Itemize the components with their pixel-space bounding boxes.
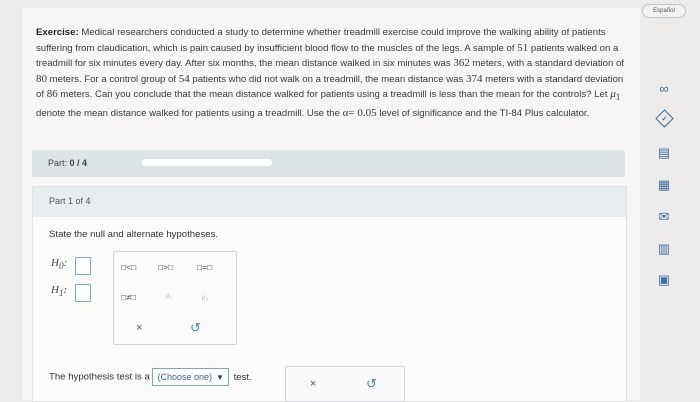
mu1-button[interactable]: μ₁ — [166, 291, 172, 299]
symbol-palette: □<□ □>□ □=□ □≠□ μ₁ μ₂ × ↺ — [113, 251, 237, 345]
less-than-template-button[interactable]: □<□ — [121, 262, 136, 272]
equals-template-button[interactable]: □=□ — [197, 262, 212, 272]
exercise-label: Exercise: — [36, 27, 79, 38]
test-type-select[interactable]: (Choose one) ▼ — [152, 368, 229, 386]
bottom-tool-panel: × ↺ — [285, 366, 405, 402]
part-header: Part 1 of 4 — [33, 187, 626, 217]
clear-icon[interactable]: × — [136, 322, 142, 334]
h1-label: H1: — [51, 284, 68, 299]
mail-icon[interactable]: ✉ — [656, 209, 672, 225]
not-equal-template-button[interactable]: □≠□ — [121, 292, 136, 302]
mean2-value: 374 — [465, 72, 483, 85]
greater-than-template-button[interactable]: □>□ — [158, 262, 173, 272]
check-icon[interactable]: ✔ — [655, 109, 674, 128]
clear-icon[interactable]: × — [310, 378, 316, 390]
undo-icon[interactable]: ↺ — [366, 376, 377, 392]
mu1-symbol: μ1 — [610, 88, 621, 103]
data-table-icon[interactable]: ▣ — [656, 272, 672, 288]
alpha-value: = 0.05 — [348, 107, 377, 120]
chevron-down-icon: ▼ — [216, 373, 224, 382]
infinity-icon[interactable]: ∞ — [656, 80, 672, 96]
n1-value: 51 — [517, 41, 529, 54]
ebook-icon[interactable]: ▤ — [656, 145, 672, 161]
part-progress-text: Part: 0 / 4 — [48, 158, 88, 168]
progress-track — [142, 159, 272, 166]
sd2-value: 86 — [46, 88, 58, 101]
language-button[interactable]: Español — [642, 4, 686, 18]
calculator-icon[interactable]: ▦ — [656, 177, 672, 193]
sd1-value: 80 — [36, 72, 47, 85]
part-progress-bar: Part: 0 / 4 — [32, 150, 625, 177]
stats-icon[interactable]: ▥ — [656, 241, 672, 257]
h0-answer-box[interactable] — [75, 257, 91, 275]
h1-answer-box[interactable] — [75, 284, 91, 302]
hypothesis-test-row: The hypothesis test is a (Choose one) ▼ t… — [49, 368, 252, 386]
mean1-value: 362 — [453, 57, 470, 70]
n2-value: 54 — [178, 72, 190, 85]
h0-label: H0: — [51, 257, 68, 272]
undo-icon[interactable]: ↺ — [190, 320, 201, 336]
question-prompt: State the null and alternate hypotheses. — [49, 229, 219, 240]
mu2-button[interactable]: μ₂ — [202, 293, 208, 301]
part-title: Part 1 of 4 — [49, 196, 91, 206]
exercise-text: Exercise: Medical researchers conducted … — [36, 27, 624, 120]
